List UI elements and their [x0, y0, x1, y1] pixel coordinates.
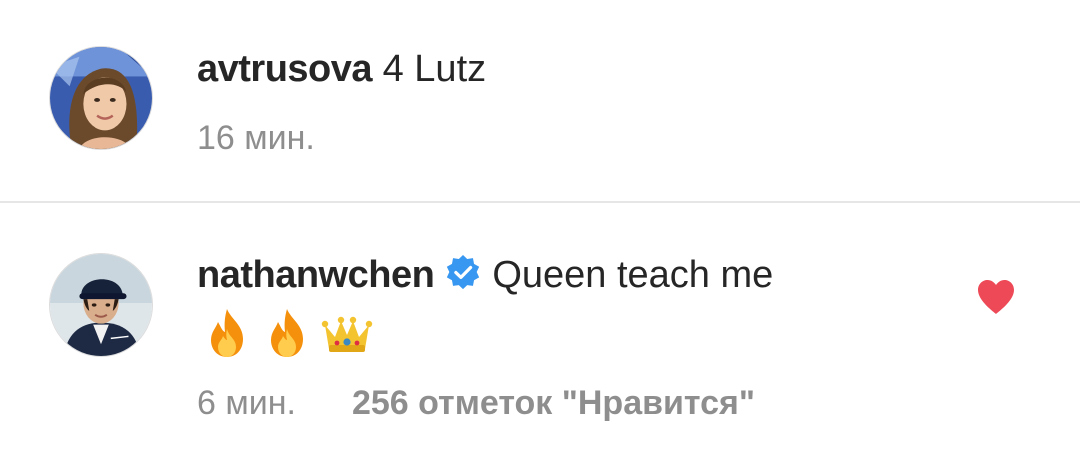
- timestamp: 6 мин.: [197, 384, 296, 422]
- comment-item: nathanwchen Queen teach me 6 мин. 256 от…: [0, 203, 1080, 464]
- fire-emoji-icon: [261, 307, 313, 359]
- comment-meta: 6 мин. 256 отметок "Нравится": [197, 383, 755, 423]
- comment-line: nathanwchen Queen teach me: [197, 252, 773, 298]
- avatar[interactable]: [49, 46, 153, 150]
- username[interactable]: avtrusova: [197, 48, 373, 90]
- crown-emoji-icon: [321, 307, 373, 359]
- avatar-photo: [50, 254, 152, 356]
- likes-count-link[interactable]: 256 отметок "Нравится": [352, 384, 755, 422]
- comment-line: avtrusova 4 Lutz: [197, 46, 486, 92]
- avatar[interactable]: [49, 253, 153, 357]
- emoji-row: [201, 305, 381, 361]
- comment-text: Queen teach me: [492, 254, 774, 296]
- fire-emoji-icon: [201, 307, 253, 359]
- comment-text: 4 Lutz: [382, 48, 487, 90]
- timestamp: 16 мин.: [197, 119, 315, 157]
- username[interactable]: nathanwchen: [197, 254, 435, 296]
- avatar-photo: [50, 47, 152, 149]
- comment-item: avtrusova 4 Lutz 16 мин.: [0, 0, 1080, 202]
- verified-badge-icon: [444, 254, 482, 292]
- like-heart-icon[interactable]: [976, 278, 1016, 316]
- comment-meta: 16 мин.: [197, 118, 315, 158]
